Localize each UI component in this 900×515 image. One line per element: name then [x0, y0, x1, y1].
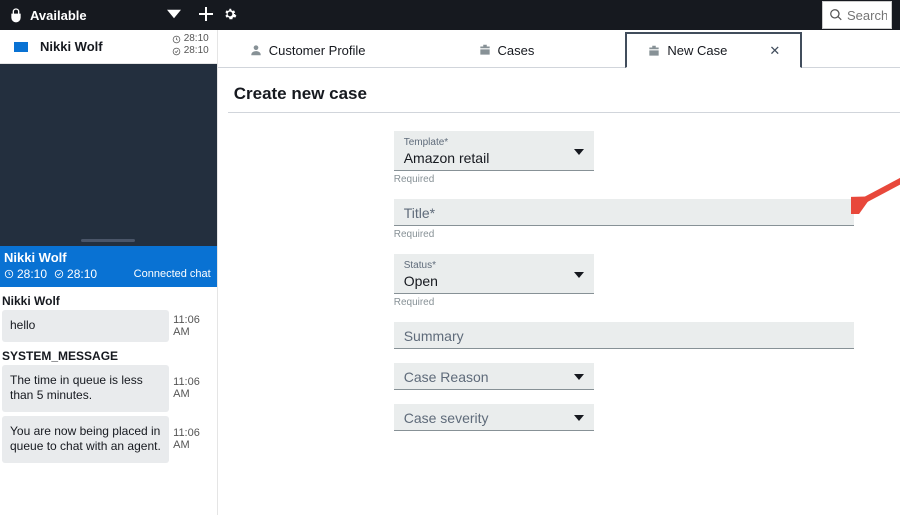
field-value: Amazon retail: [404, 150, 584, 166]
field-case-severity: Case severity: [394, 404, 854, 431]
field-hint: Required: [394, 229, 854, 240]
contact-list-empty: [0, 64, 217, 246]
chevron-down-icon: [574, 408, 584, 426]
field-label: Title*: [404, 205, 844, 221]
plus-icon[interactable]: [199, 7, 213, 24]
field-label: Status*: [404, 260, 584, 271]
chat-timestamp: 11:06 AM: [173, 427, 215, 451]
case-severity-select[interactable]: Case severity: [394, 404, 594, 431]
global-search[interactable]: [822, 1, 892, 29]
tab-label: New Case: [667, 43, 727, 58]
msg-sender: Nikki Wolf: [2, 291, 215, 310]
active-timer-2: 28:10: [67, 267, 97, 281]
field-title: Title* Required: [394, 199, 854, 240]
chat-timestamp: 11:06 AM: [173, 314, 215, 338]
template-select[interactable]: Template* Amazon retail: [394, 131, 594, 171]
chevron-down-icon: [574, 265, 584, 283]
gear-icon[interactable]: [223, 7, 237, 24]
active-contact-name: Nikki Wolf: [4, 250, 211, 265]
field-summary: Summary: [394, 322, 854, 349]
search-icon: [829, 8, 843, 22]
page-title: Create new case: [234, 84, 854, 104]
status-dropdown-icon[interactable]: [167, 7, 181, 24]
status-select[interactable]: Status* Open: [394, 254, 594, 294]
field-label: Template*: [404, 137, 584, 148]
chat-bubble: The time in queue is less than 5 minutes…: [2, 365, 169, 412]
tab-cases[interactable]: Cases: [457, 32, 556, 68]
contact-tab[interactable]: Nikki Wolf 28:10 28:10: [0, 30, 217, 64]
top-bar: Available: [0, 0, 900, 30]
chat-icon: [14, 42, 28, 52]
agent-status[interactable]: Available: [8, 7, 87, 23]
divider: [228, 112, 900, 113]
contact-timers: 28:10 28:10: [172, 33, 209, 57]
field-template: Template* Amazon retail Required: [394, 131, 854, 185]
new-case-form: Create new case Template* Amazon retail …: [218, 68, 900, 431]
left-panel: Nikki Wolf 28:10 28:10 Nikki Wolf 28:10 …: [0, 30, 217, 515]
tab-label: Cases: [498, 43, 535, 58]
summary-input[interactable]: Summary: [394, 322, 854, 349]
tab-new-case[interactable]: New Case ✕: [625, 32, 802, 68]
close-icon[interactable]: ✕: [769, 43, 780, 59]
chat-message: The time in queue is less than 5 minutes…: [2, 365, 215, 412]
main-panel: Customer Profile Cases New Case ✕ Create…: [217, 30, 900, 515]
field-hint: Required: [394, 174, 854, 185]
field-case-reason: Case Reason: [394, 363, 854, 390]
chat-bubble: You are now being placed in queue to cha…: [2, 416, 169, 463]
msg-sender: SYSTEM_MESSAGE: [2, 346, 215, 365]
chat-message: You are now being placed in queue to cha…: [2, 416, 215, 463]
field-status: Status* Open Required: [394, 254, 854, 308]
field-value: Open: [404, 273, 584, 289]
chevron-down-icon: [574, 142, 584, 160]
active-contact-status: Connected chat: [134, 268, 211, 280]
chevron-down-icon: [574, 367, 584, 385]
tab-bar: Customer Profile Cases New Case ✕: [218, 30, 900, 68]
chat-timestamp: 11:06 AM: [173, 376, 215, 400]
field-label: Summary: [404, 328, 844, 344]
tab-label: Customer Profile: [269, 43, 366, 58]
field-hint: Required: [394, 297, 854, 308]
active-contact-bar[interactable]: Nikki Wolf 28:10 28:10 Connected chat: [0, 246, 217, 287]
tab-customer-profile[interactable]: Customer Profile: [228, 32, 387, 68]
global-search-input[interactable]: [847, 8, 887, 23]
resize-handle[interactable]: [81, 239, 135, 242]
field-label: Case Reason: [404, 369, 584, 385]
active-timer-1: 28:10: [17, 267, 47, 281]
contact-name: Nikki Wolf: [40, 39, 103, 54]
field-label: Case severity: [404, 410, 584, 426]
title-input[interactable]: Title*: [394, 199, 854, 226]
chat-bubble: hello: [2, 310, 169, 342]
agent-status-label: Available: [30, 8, 87, 23]
case-reason-select[interactable]: Case Reason: [394, 363, 594, 390]
chat-transcript: Nikki Wolf hello 11:06 AM SYSTEM_MESSAGE…: [0, 287, 217, 467]
chat-message: hello 11:06 AM: [2, 310, 215, 342]
